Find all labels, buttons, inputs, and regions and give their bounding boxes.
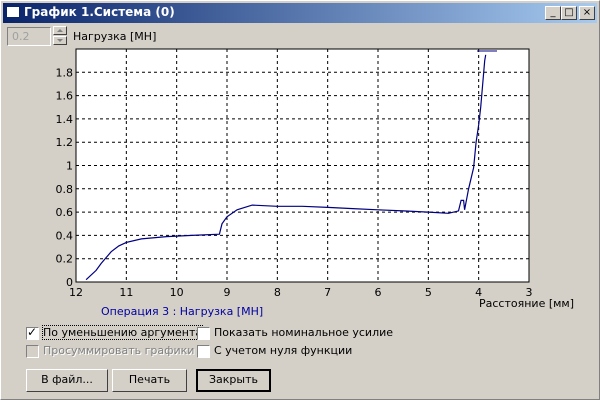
y-tick-label: 1.8 <box>56 66 74 79</box>
y-tick-label: 0.8 <box>56 183 74 196</box>
show-nominal-label[interactable]: Показать номинальное усилие <box>214 326 393 339</box>
sum-graphs-label: Просуммировать графики <box>43 344 195 357</box>
y-tick-label: 0.6 <box>56 206 74 219</box>
x-tick-label: 11 <box>119 286 133 299</box>
y-tick-label: 1.4 <box>56 113 74 126</box>
y-tick-label: 0.2 <box>56 253 74 266</box>
x-tick-label: 6 <box>375 286 382 299</box>
y-tick-label: 1 <box>66 160 73 173</box>
x-axis-label: Расстояние [мм] <box>479 297 575 310</box>
zero-func-checkbox[interactable] <box>197 345 210 358</box>
show-nominal-checkbox[interactable] <box>197 327 210 340</box>
y-tick-label: 1.2 <box>56 136 74 149</box>
x-tick-label: 5 <box>425 286 432 299</box>
reduce-arg-checkbox[interactable]: ✓ <box>26 325 39 340</box>
x-tick-label: 10 <box>170 286 184 299</box>
load-chart: 12 11 10 9 8 7 6 5 4 3 00.20.40.60.811.21.41.61.8 <box>56 48 533 299</box>
zero-func-label[interactable]: С учетом нуля функции <box>214 344 352 357</box>
y-tick-label: 0 <box>66 276 73 289</box>
close-button[interactable]: Закрыть <box>196 369 271 392</box>
x-tick-label: 8 <box>274 286 281 299</box>
y-tick-label: 0.4 <box>56 229 74 242</box>
chart-window: График 1.Система (0) _ □ × 0.2 Нагрузка … <box>0 0 600 400</box>
print-button[interactable]: Печать <box>112 369 187 392</box>
sum-graphs-checkbox <box>26 345 39 358</box>
x-tick-label: 9 <box>224 286 231 299</box>
y-tick-label: 1.6 <box>56 90 74 103</box>
to-file-button[interactable]: В файл... <box>26 369 108 392</box>
check-mark-icon: ✓ <box>27 325 38 339</box>
x-tick-label: 7 <box>324 286 331 299</box>
reduce-arg-label[interactable]: По уменьшению аргумента <box>41 325 204 340</box>
operation-caption: Операция 3 : Нагрузка [МН] <box>101 305 264 318</box>
